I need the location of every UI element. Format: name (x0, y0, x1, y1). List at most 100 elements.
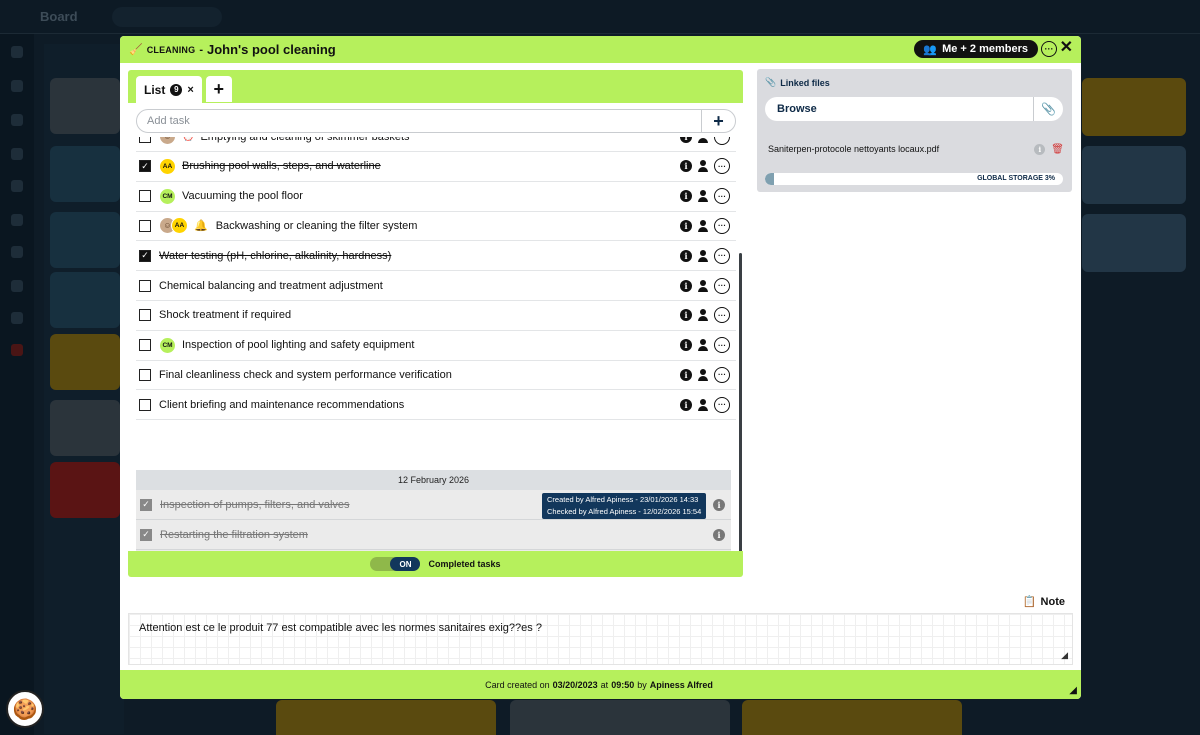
info-icon[interactable]: i (680, 279, 692, 292)
task-label[interactable]: Chemical balancing and treatment adjustm… (159, 280, 680, 292)
modal-header: 🧹 CLEANING - John's pool cleaning 👥 Me +… (120, 36, 1081, 63)
note-label: Note (1040, 595, 1065, 608)
info-icon[interactable]: i (680, 137, 692, 143)
members-button[interactable]: 👥 Me + 2 members (914, 40, 1038, 58)
task-row[interactable]: Shock treatment if required i ··· (136, 301, 736, 331)
task-checkbox[interactable]: ✓ (139, 249, 151, 262)
info-icon[interactable]: i (713, 498, 725, 511)
assign-user-icon[interactable] (698, 368, 708, 381)
task-row[interactable]: Final cleanliness check and system perfo… (136, 360, 736, 391)
board-card (742, 700, 962, 735)
assignee-avatars[interactable]: ☺ (159, 137, 176, 145)
completed-tasks-toggle[interactable]: ON (370, 557, 421, 571)
card-title[interactable]: John's pool cleaning (207, 42, 336, 57)
task-checkbox[interactable] (139, 398, 151, 411)
assign-user-icon[interactable] (698, 137, 708, 143)
task-checkbox[interactable] (139, 339, 151, 352)
assignee-avatars[interactable]: CM (159, 336, 176, 354)
task-checkbox[interactable] (139, 309, 151, 322)
more-options-icon[interactable]: ··· (714, 137, 730, 145)
info-icon[interactable]: i (680, 160, 692, 173)
task-label[interactable]: Shock treatment if required (159, 309, 680, 321)
info-icon[interactable]: i (680, 368, 692, 381)
task-row[interactable]: Client briefing and maintenance recommen… (136, 390, 736, 421)
task-label[interactable]: Backwashing or cleaning the filter syste… (216, 220, 680, 232)
cookie-settings-button[interactable]: 🍪 (6, 690, 44, 728)
task-checkbox[interactable]: ✓ (140, 528, 152, 541)
task-label[interactable]: Water testing (pH, chlorine, alkalinity,… (159, 250, 680, 262)
more-options-icon[interactable]: ··· (714, 337, 730, 354)
more-options-icon[interactable]: ··· (714, 277, 730, 294)
more-options-icon[interactable]: ··· (1041, 41, 1057, 57)
info-icon[interactable]: i (680, 309, 692, 322)
task-label[interactable]: Brushing pool walls, steps, and waterlin… (182, 160, 680, 172)
task-label[interactable]: Inspection of pool lighting and safety e… (182, 339, 680, 351)
completed-task-row[interactable]: ✓ Inspection of pumps, filters, and valve… (136, 490, 731, 520)
assign-user-icon[interactable] (698, 190, 708, 203)
task-row[interactable]: ☺ AA 🔔 Backwashing or cleaning the filter s… (136, 211, 736, 242)
add-task-button[interactable]: + (701, 109, 735, 133)
assign-user-icon[interactable] (698, 309, 708, 322)
task-checkbox[interactable]: ✓ (140, 498, 152, 511)
task-row[interactable]: ☺ ⏰ Emptying and cleaning of skimmer baske… (136, 137, 736, 152)
task-row[interactable]: Chemical balancing and treatment adjustm… (136, 271, 736, 301)
task-checkbox[interactable] (139, 190, 151, 203)
info-icon[interactable]: i (680, 190, 692, 203)
task-actions: i ··· (680, 366, 730, 383)
assignee-avatars[interactable]: CM (159, 187, 176, 205)
assign-user-icon[interactable] (698, 219, 708, 232)
info-icon[interactable]: i (680, 219, 692, 232)
add-task-input[interactable]: Add task + (136, 109, 736, 133)
assignee-avatars[interactable]: AA (159, 157, 176, 175)
info-icon[interactable]: i (680, 249, 692, 262)
task-checkbox[interactable] (139, 137, 151, 143)
close-icon[interactable]: ✕ (1060, 39, 1073, 57)
info-icon[interactable]: i (680, 339, 692, 352)
task-row[interactable]: CM Inspection of pool lighting and safety… (136, 331, 736, 361)
task-checkbox[interactable] (139, 219, 151, 232)
file-info-icon[interactable]: i (1034, 143, 1046, 155)
attach-icon[interactable]: 📎 (1033, 97, 1063, 121)
trash-icon[interactable]: 🗑 (1051, 144, 1064, 155)
task-label[interactable]: Vacuuming the pool floor (182, 190, 680, 202)
more-options-icon[interactable]: ··· (714, 366, 730, 383)
completed-task-row[interactable]: ✓ Restarting the filtration system i (136, 520, 731, 550)
info-icon[interactable]: i (713, 528, 725, 541)
browse-files-button[interactable]: Browse 📎 (765, 97, 1063, 121)
board-card (50, 400, 120, 456)
assign-user-icon[interactable] (698, 279, 708, 292)
resize-handle-icon[interactable]: ◢ (1069, 685, 1077, 696)
note-textarea[interactable]: Attention est ce le produit 77 est compa… (128, 613, 1073, 665)
task-checkbox[interactable] (139, 368, 151, 381)
card-category: CLEANING (146, 44, 196, 55)
more-options-icon[interactable]: ··· (714, 188, 730, 205)
task-checkbox[interactable] (139, 279, 151, 292)
file-name[interactable]: Saniterpen-protocole nettoyants locaux.p… (768, 144, 1034, 154)
task-row[interactable]: ✓ Water testing (pH, chlorine, alkalinity… (136, 241, 736, 272)
task-row[interactable]: ✓ AA Brushing pool walls, steps, and water… (136, 152, 736, 182)
task-row[interactable]: CM Vacuuming the pool floor i ··· (136, 182, 736, 212)
assign-user-icon[interactable] (698, 339, 708, 352)
task-checkbox[interactable]: ✓ (139, 160, 151, 173)
assign-user-icon[interactable] (698, 160, 708, 173)
task-label[interactable]: Emptying and cleaning of skimmer baskets (200, 137, 680, 143)
resize-handle-icon[interactable]: ◢ (1061, 650, 1068, 661)
tab-close-icon[interactable]: × (187, 84, 193, 96)
more-options-icon[interactable]: ··· (714, 217, 730, 234)
task-label[interactable]: Restarting the filtration system (160, 529, 713, 541)
add-list-button[interactable]: + (205, 76, 232, 102)
info-icon[interactable]: i (680, 398, 692, 411)
assign-user-icon[interactable] (698, 398, 708, 411)
more-options-icon[interactable]: ··· (714, 158, 730, 175)
more-options-icon[interactable]: ··· (714, 307, 730, 324)
task-label[interactable]: Client briefing and maintenance recommen… (159, 399, 680, 411)
assignee-avatars[interactable]: ☺ AA (159, 217, 188, 235)
task-list-scrollbar[interactable] (739, 253, 742, 551)
assign-user-icon[interactable] (698, 249, 708, 262)
more-options-icon[interactable]: ··· (714, 247, 730, 264)
tab-list[interactable]: List 9 × (136, 76, 202, 103)
completed-task-row[interactable]: ✓Checking water level and adjusting if n… (136, 550, 731, 551)
file-item[interactable]: Saniterpen-protocole nettoyants locaux.p… (768, 142, 1064, 156)
more-options-icon[interactable]: ··· (714, 396, 730, 413)
task-label[interactable]: Final cleanliness check and system perfo… (159, 369, 680, 381)
